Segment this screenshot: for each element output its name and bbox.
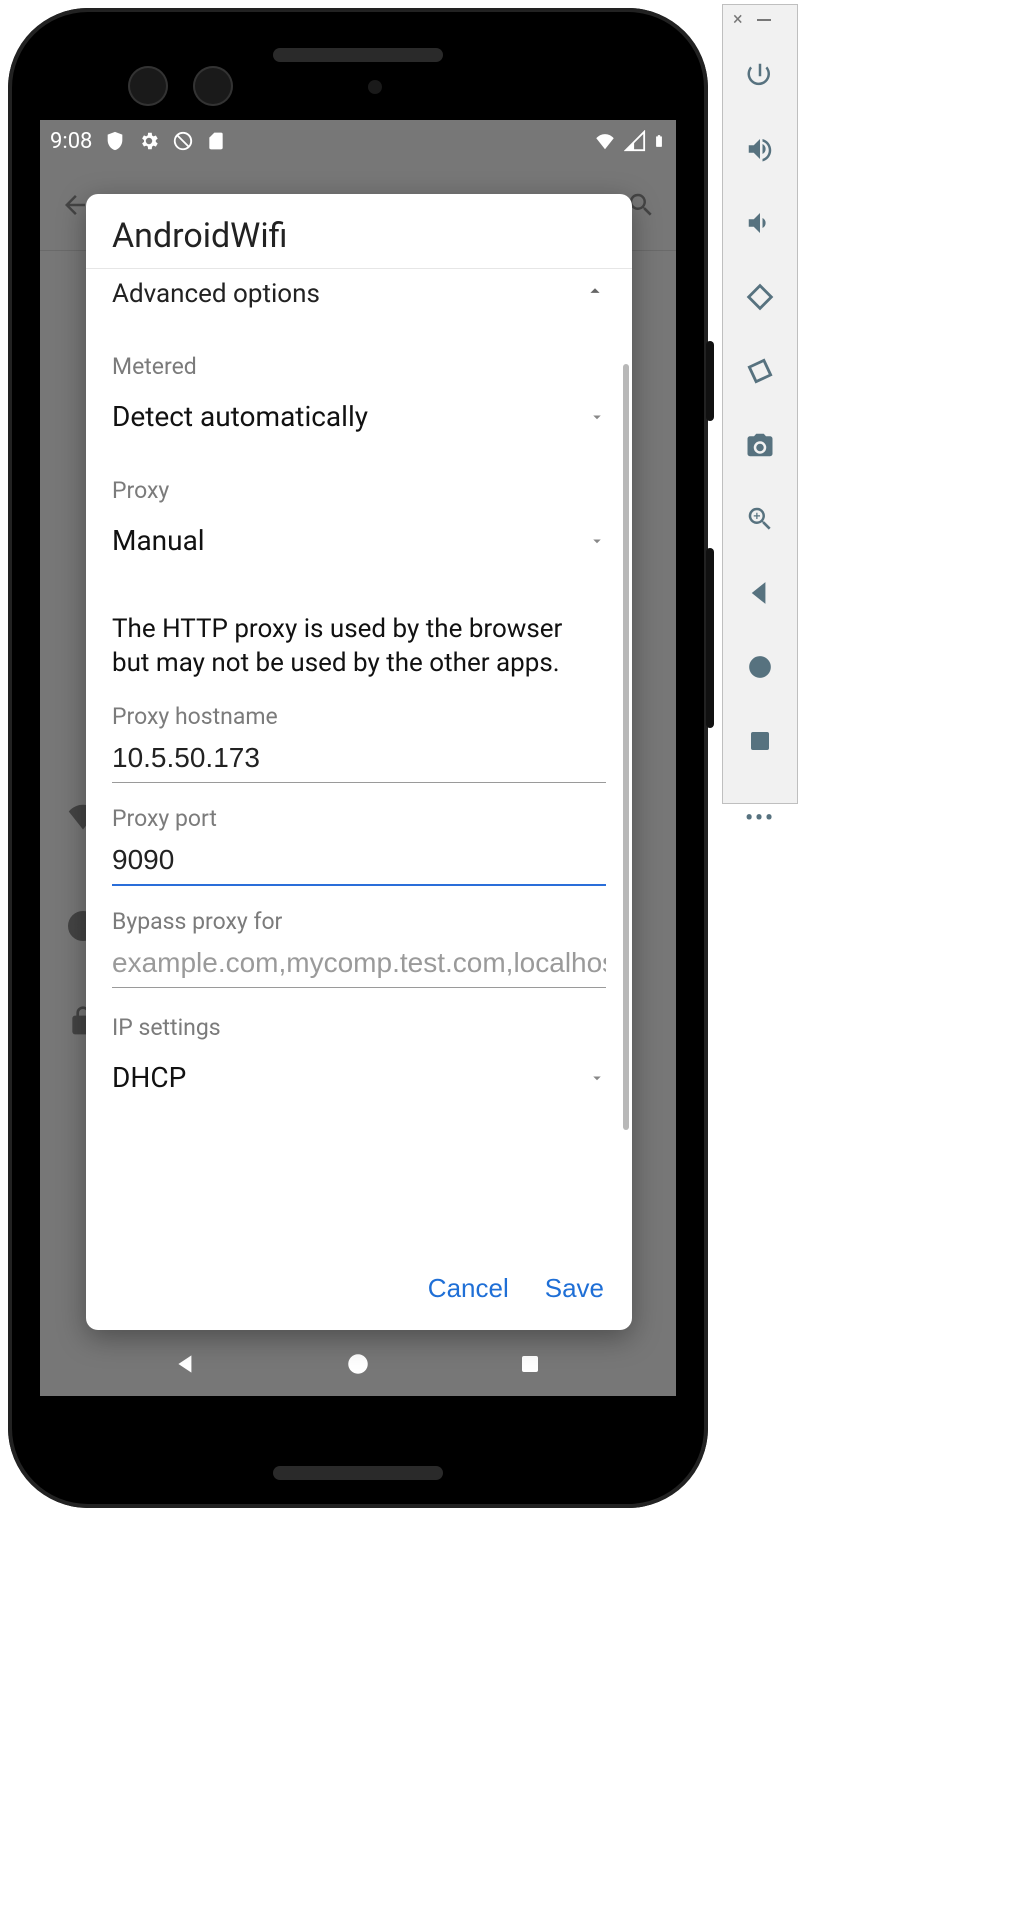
advanced-options-toggle[interactable]: Advanced options bbox=[112, 269, 606, 325]
emu-volume-up-button[interactable] bbox=[738, 127, 782, 171]
dialog-actions: Cancel Save bbox=[86, 1251, 632, 1330]
ip-settings-value: DHCP bbox=[112, 1061, 186, 1094]
caret-down-icon bbox=[588, 400, 606, 433]
system-nav-bar bbox=[40, 1332, 676, 1396]
phone-frame: 9:08 bbox=[8, 8, 708, 1508]
proxy-info-text: The HTTP proxy is used by the browser bu… bbox=[94, 573, 624, 681]
emu-rotate-right-button[interactable] bbox=[738, 349, 782, 393]
cancel-button[interactable]: Cancel bbox=[428, 1273, 509, 1304]
wifi-icon bbox=[592, 130, 618, 152]
bypass-proxy-input[interactable] bbox=[112, 941, 606, 988]
nav-recents-button[interactable] bbox=[507, 1341, 553, 1387]
save-button[interactable]: Save bbox=[545, 1273, 604, 1304]
chevron-up-icon bbox=[584, 279, 606, 309]
emu-volume-down-button[interactable] bbox=[738, 201, 782, 245]
ip-settings-dropdown[interactable]: DHCP bbox=[112, 1049, 606, 1110]
wifi-settings-dialog: AndroidWifi Advanced options Metered Det… bbox=[86, 194, 632, 1330]
scrollbar[interactable] bbox=[623, 364, 629, 1130]
nav-home-button[interactable] bbox=[335, 1341, 381, 1387]
caret-down-icon bbox=[588, 524, 606, 557]
close-icon[interactable]: × bbox=[733, 11, 743, 29]
phone-camera bbox=[193, 66, 233, 106]
emu-power-button[interactable] bbox=[738, 53, 782, 97]
dialog-title: AndroidWifi bbox=[86, 194, 632, 268]
emu-home-button[interactable] bbox=[738, 645, 782, 689]
cell-signal-icon bbox=[624, 130, 646, 152]
ip-settings-label: IP settings bbox=[112, 988, 606, 1049]
bypass-proxy-label: Bypass proxy for bbox=[112, 908, 606, 941]
phone-screen: 9:08 bbox=[40, 120, 676, 1396]
status-clock: 9:08 bbox=[50, 129, 92, 154]
proxy-dropdown[interactable]: Manual bbox=[112, 512, 606, 573]
battery-icon bbox=[652, 129, 666, 153]
proxy-hostname-label: Proxy hostname bbox=[112, 703, 606, 736]
proxy-port-label: Proxy port bbox=[112, 805, 606, 838]
shield-icon bbox=[104, 130, 126, 152]
phone-camera bbox=[128, 66, 168, 106]
proxy-port-input[interactable] bbox=[112, 838, 606, 886]
metered-value: Detect automatically bbox=[112, 400, 368, 433]
status-bar: 9:08 bbox=[40, 120, 676, 162]
emu-overview-button[interactable] bbox=[738, 719, 782, 763]
proxy-label: Proxy bbox=[112, 449, 606, 512]
emu-back-button[interactable] bbox=[738, 571, 782, 615]
phone-sensor bbox=[368, 80, 382, 94]
emu-more-button[interactable]: ••• bbox=[738, 793, 782, 837]
proxy-value: Manual bbox=[112, 524, 205, 557]
dnd-icon bbox=[172, 130, 194, 152]
phone-speaker-bottom bbox=[273, 1466, 443, 1480]
advanced-options-label: Advanced options bbox=[112, 279, 320, 309]
emu-zoom-button[interactable] bbox=[738, 497, 782, 541]
phone-power-button bbox=[706, 341, 714, 421]
sd-card-icon bbox=[206, 130, 226, 152]
proxy-hostname-input[interactable] bbox=[112, 736, 606, 783]
phone-speaker-top bbox=[273, 48, 443, 62]
gear-icon bbox=[138, 130, 160, 152]
emu-rotate-left-button[interactable] bbox=[738, 275, 782, 319]
caret-down-icon bbox=[588, 1061, 606, 1094]
emu-screenshot-button[interactable] bbox=[738, 423, 782, 467]
emulator-toolbar: × ••• bbox=[722, 4, 798, 804]
minimize-icon[interactable] bbox=[757, 19, 771, 21]
metered-label: Metered bbox=[112, 325, 606, 388]
phone-volume-button bbox=[706, 548, 714, 728]
metered-dropdown[interactable]: Detect automatically bbox=[112, 388, 606, 449]
nav-back-button[interactable] bbox=[163, 1341, 209, 1387]
